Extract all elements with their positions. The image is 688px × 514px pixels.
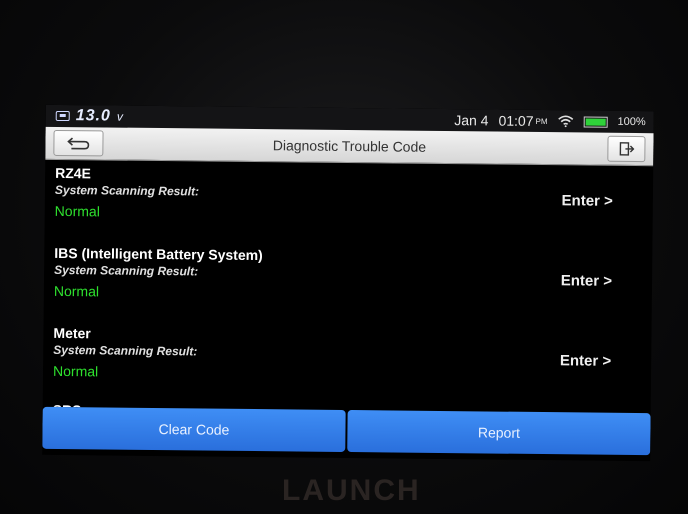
exit-button[interactable]: [607, 135, 646, 163]
clear-code-button[interactable]: Clear Code: [42, 406, 346, 452]
enter-button[interactable]: Enter >: [562, 192, 613, 210]
am-pm: PM: [535, 116, 548, 126]
back-arrow-icon: [67, 137, 90, 150]
bottom-action-bar: Clear Code Report: [42, 406, 651, 456]
enter-button[interactable]: Enter >: [560, 352, 611, 370]
list-item[interactable]: RZ4E System Scanning Result: Normal Ente…: [44, 163, 653, 249]
system-list: RZ4E System Scanning Result: Normal Ente…: [43, 163, 654, 413]
page-title: Diagnostic Trouble Code: [272, 137, 427, 155]
battery-percent: 100%: [617, 115, 646, 129]
battery-icon: [583, 115, 608, 128]
time: 01:07: [498, 112, 534, 129]
exit-icon: [619, 142, 635, 156]
brand-logo: LAUNCH: [282, 474, 421, 507]
voltage-unit: v: [116, 109, 123, 124]
title-bar: Diagnostic Trouble Code: [45, 126, 654, 167]
device-screen: 13.0 v Jan 4 01:07 PM 100% Diagnostic Tr…: [42, 104, 654, 462]
report-button[interactable]: Report: [347, 410, 651, 456]
list-item[interactable]: Meter System Scanning Result: Normal Ent…: [43, 323, 652, 409]
list-item[interactable]: IBS (Intelligent Battery System) System …: [44, 243, 653, 329]
back-button[interactable]: [53, 129, 104, 157]
date: Jan 4: [454, 112, 489, 129]
voltage-indicator: 13.0 v: [46, 107, 123, 126]
enter-button[interactable]: Enter >: [561, 272, 612, 290]
car-battery-icon: [55, 110, 70, 122]
voltage-value: 13.0: [75, 107, 111, 125]
wifi-icon: [558, 115, 574, 128]
